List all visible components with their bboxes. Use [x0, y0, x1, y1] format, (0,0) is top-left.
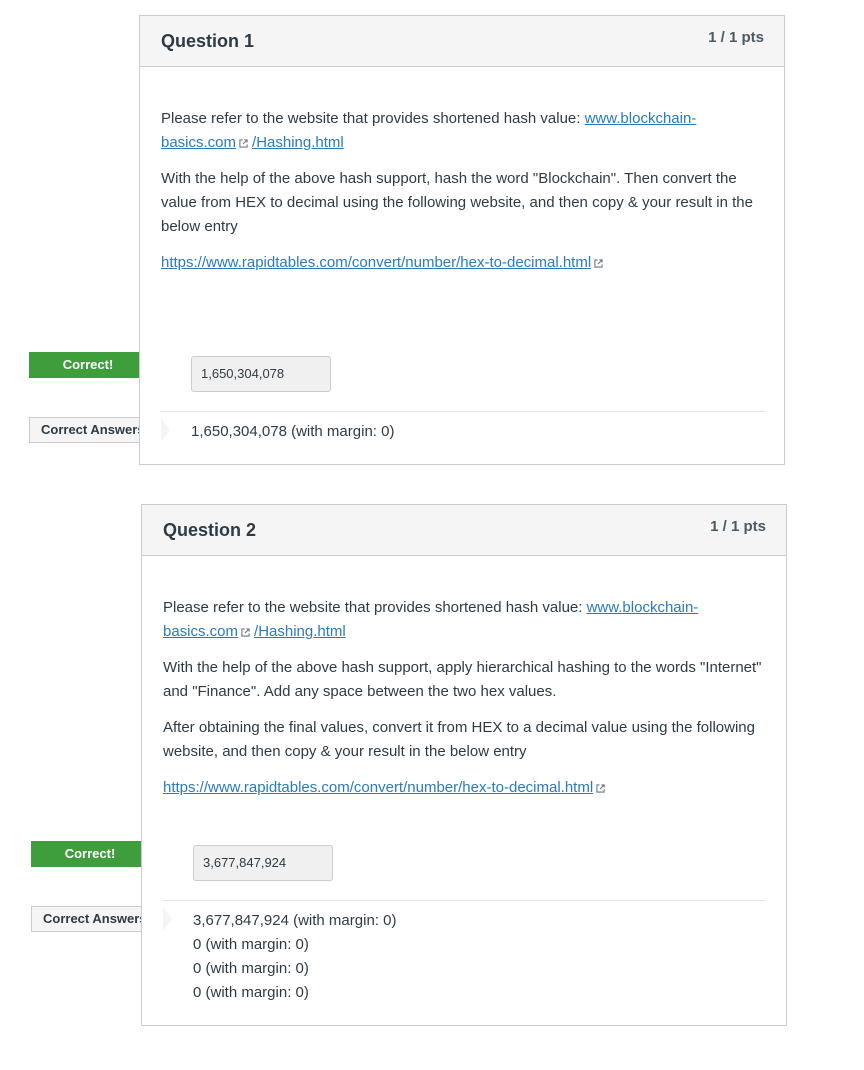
- correct-answer-item: 3,677,847,924 (with margin: 0): [193, 912, 397, 929]
- correct-answers-list: 1,650,304,078 (with margin: 0): [191, 420, 394, 444]
- question-points: 1 / 1 pts: [710, 518, 766, 535]
- question-header: Question 2 1 / 1 pts: [142, 505, 786, 556]
- divider: [160, 411, 764, 412]
- blockchain-basics-link[interactable]: basics.com: [161, 134, 236, 151]
- question-text: Please refer to the website that provide…: [163, 596, 766, 812]
- instruction-paragraph: After obtaining the final values, conver…: [163, 719, 755, 760]
- external-link-icon: [596, 777, 605, 793]
- question-header: Question 1 1 / 1 pts: [140, 16, 784, 67]
- correct-answer-item: 1,650,304,078 (with margin: 0): [191, 423, 395, 440]
- correct-answer-item: 0 (with margin: 0): [193, 936, 309, 953]
- external-link-icon: [594, 252, 603, 268]
- question-2: Question 2 1 / 1 pts Please refer to the…: [141, 504, 787, 1026]
- question-title: Question 1: [161, 31, 255, 51]
- correct-flag: Correct!: [31, 841, 167, 867]
- question-points: 1 / 1 pts: [708, 29, 764, 46]
- blockchain-basics-link[interactable]: www.blockchain-: [585, 110, 697, 127]
- intro-text: Please refer to the website that provide…: [161, 110, 585, 127]
- instruction-paragraph: With the help of the above hash support,…: [161, 170, 753, 235]
- correct-answer-item: 0 (with margin: 0): [193, 984, 309, 1001]
- external-link-icon: [239, 132, 248, 148]
- external-link-icon: [241, 621, 250, 637]
- rapidtables-link[interactable]: https://www.rapidtables.com/convert/numb…: [161, 254, 591, 271]
- instruction-paragraph: With the help of the above hash support,…: [163, 659, 762, 700]
- hashing-page-link[interactable]: /Hashing.html: [252, 134, 344, 151]
- question-title: Question 2: [163, 520, 257, 540]
- blockchain-basics-link[interactable]: basics.com: [163, 623, 238, 640]
- correct-answer-item: 0 (with margin: 0): [193, 960, 309, 977]
- correct-flag: Correct!: [29, 352, 165, 378]
- divider: [162, 900, 766, 901]
- blockchain-basics-link[interactable]: www.blockchain-: [587, 599, 699, 616]
- answer-input[interactable]: 3,677,847,924: [193, 845, 333, 881]
- question-1: Question 1 1 / 1 pts Please refer to the…: [139, 15, 785, 465]
- intro-text: Please refer to the website that provide…: [163, 599, 587, 616]
- correct-answers-list: 3,677,847,924 (with margin: 0) 0 (with m…: [193, 909, 396, 1005]
- answer-input[interactable]: 1,650,304,078: [191, 356, 331, 392]
- hashing-page-link[interactable]: /Hashing.html: [254, 623, 346, 640]
- question-text: Please refer to the website that provide…: [161, 107, 764, 287]
- rapidtables-link[interactable]: https://www.rapidtables.com/convert/numb…: [163, 779, 593, 796]
